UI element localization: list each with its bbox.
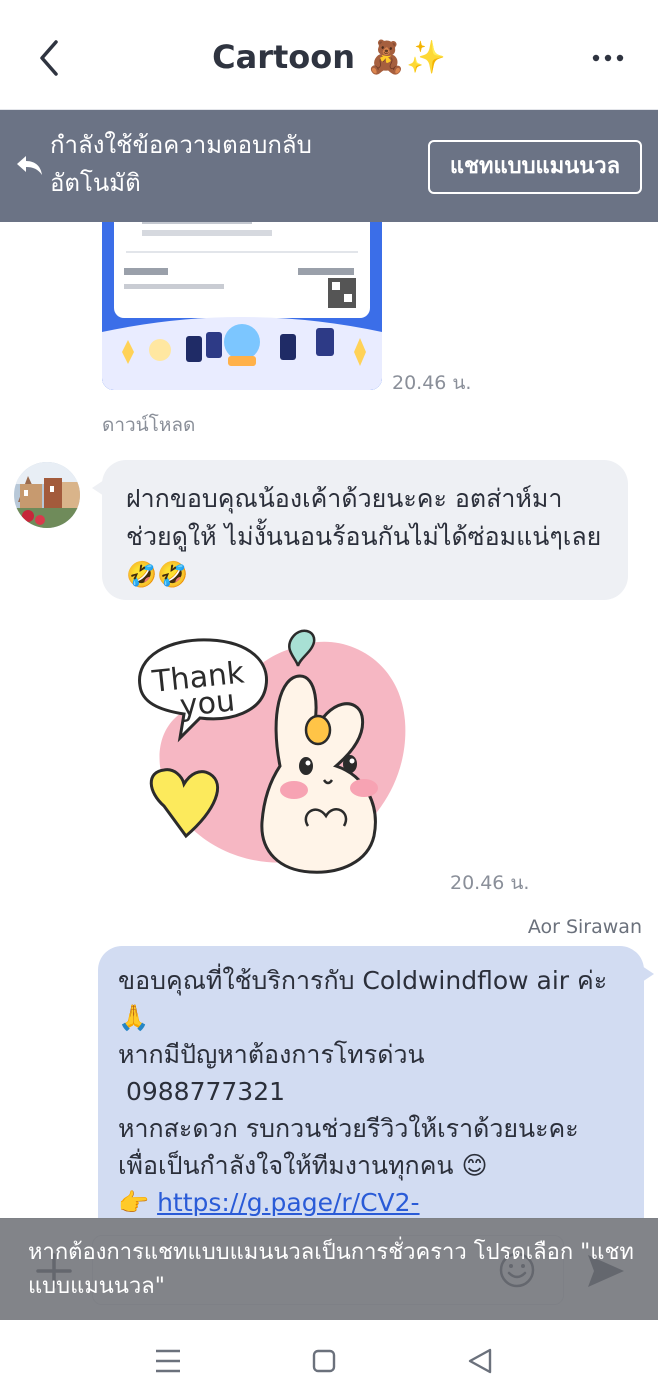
outgoing-line: ขอบคุณที่ใช้บริการกับ Coldwindflow air ค… (118, 966, 616, 1032)
sender-name: Aor Sirawan (527, 916, 642, 938)
receipt-image (102, 222, 382, 390)
manual-chat-button[interactable]: แชทแบบแมนนวล (428, 140, 642, 194)
reply-arrow-icon (17, 156, 42, 175)
back-nav-button[interactable] (460, 1344, 500, 1378)
pointing-hand-icon: 👉 (118, 1188, 158, 1217)
outgoing-message-bubble[interactable]: ขอบคุณที่ใช้บริการกับ Coldwindflow air ค… (98, 946, 654, 1218)
message-time: 20.46 น. (392, 372, 472, 394)
avatar-image (14, 462, 80, 528)
manual-chat-toast: หากต้องการแชทแบบแมนนวลเป็นการชั่วคราว โป… (0, 1218, 658, 1320)
image-message[interactable] (102, 222, 382, 390)
incoming-message-bubble[interactable]: ฝากขอบคุณน้องเค้าด้วยนะคะ อตส่าห์มาช่วยด… (92, 460, 628, 600)
square-icon (312, 1349, 336, 1373)
more-options-button[interactable] (588, 44, 628, 72)
outgoing-link-row: 👉 https://g.page/r/CV2- (118, 1184, 624, 1218)
menu-lines-icon (156, 1349, 180, 1373)
outgoing-line: หากสะดวก รบกวนช่วยรีวิวให้เราด้วยนะคะ เพ… (118, 1114, 587, 1180)
triangle-back-icon (468, 1348, 492, 1374)
review-link[interactable]: https://g.page/r/CV2- (157, 1188, 419, 1217)
auto-reply-text: กำลังใช้ข้อความตอบกลับอัตโนมัติ (50, 131, 312, 197)
chat-title: Cartoon 🧸✨ (212, 38, 446, 76)
bunny-sticker-image: Thank you (138, 629, 406, 874)
sticker-text-you: you (178, 683, 236, 724)
home-button[interactable] (304, 1344, 344, 1378)
system-nav-bar (0, 1320, 658, 1400)
avatar[interactable] (14, 462, 80, 528)
auto-reply-banner: กำลังใช้ข้อความตอบกลับอัตโนมัติ แชทแบบแม… (0, 110, 658, 222)
incoming-message-text: ฝากขอบคุณน้องเค้าด้วยนะคะ อตส่าห์มาช่วยด… (126, 484, 602, 589)
chat-area[interactable]: 20.46 น. ดาวน์โหลด ฝากขอบคุณน้องเค้าด้วย… (0, 222, 658, 1218)
more-icon (592, 54, 624, 62)
recent-apps-button[interactable] (148, 1344, 188, 1378)
outgoing-line: หากมีปัญหาต้องการโทรด่วน (118, 1040, 425, 1069)
chat-header: Cartoon 🧸✨ (0, 0, 658, 110)
download-link[interactable]: ดาวน์โหลด (102, 410, 195, 440)
sticker-time: 20.46 น. (450, 872, 530, 894)
thank-you-sticker[interactable]: Thank you (130, 626, 420, 876)
outgoing-phone: 0988777321 (118, 1077, 286, 1106)
